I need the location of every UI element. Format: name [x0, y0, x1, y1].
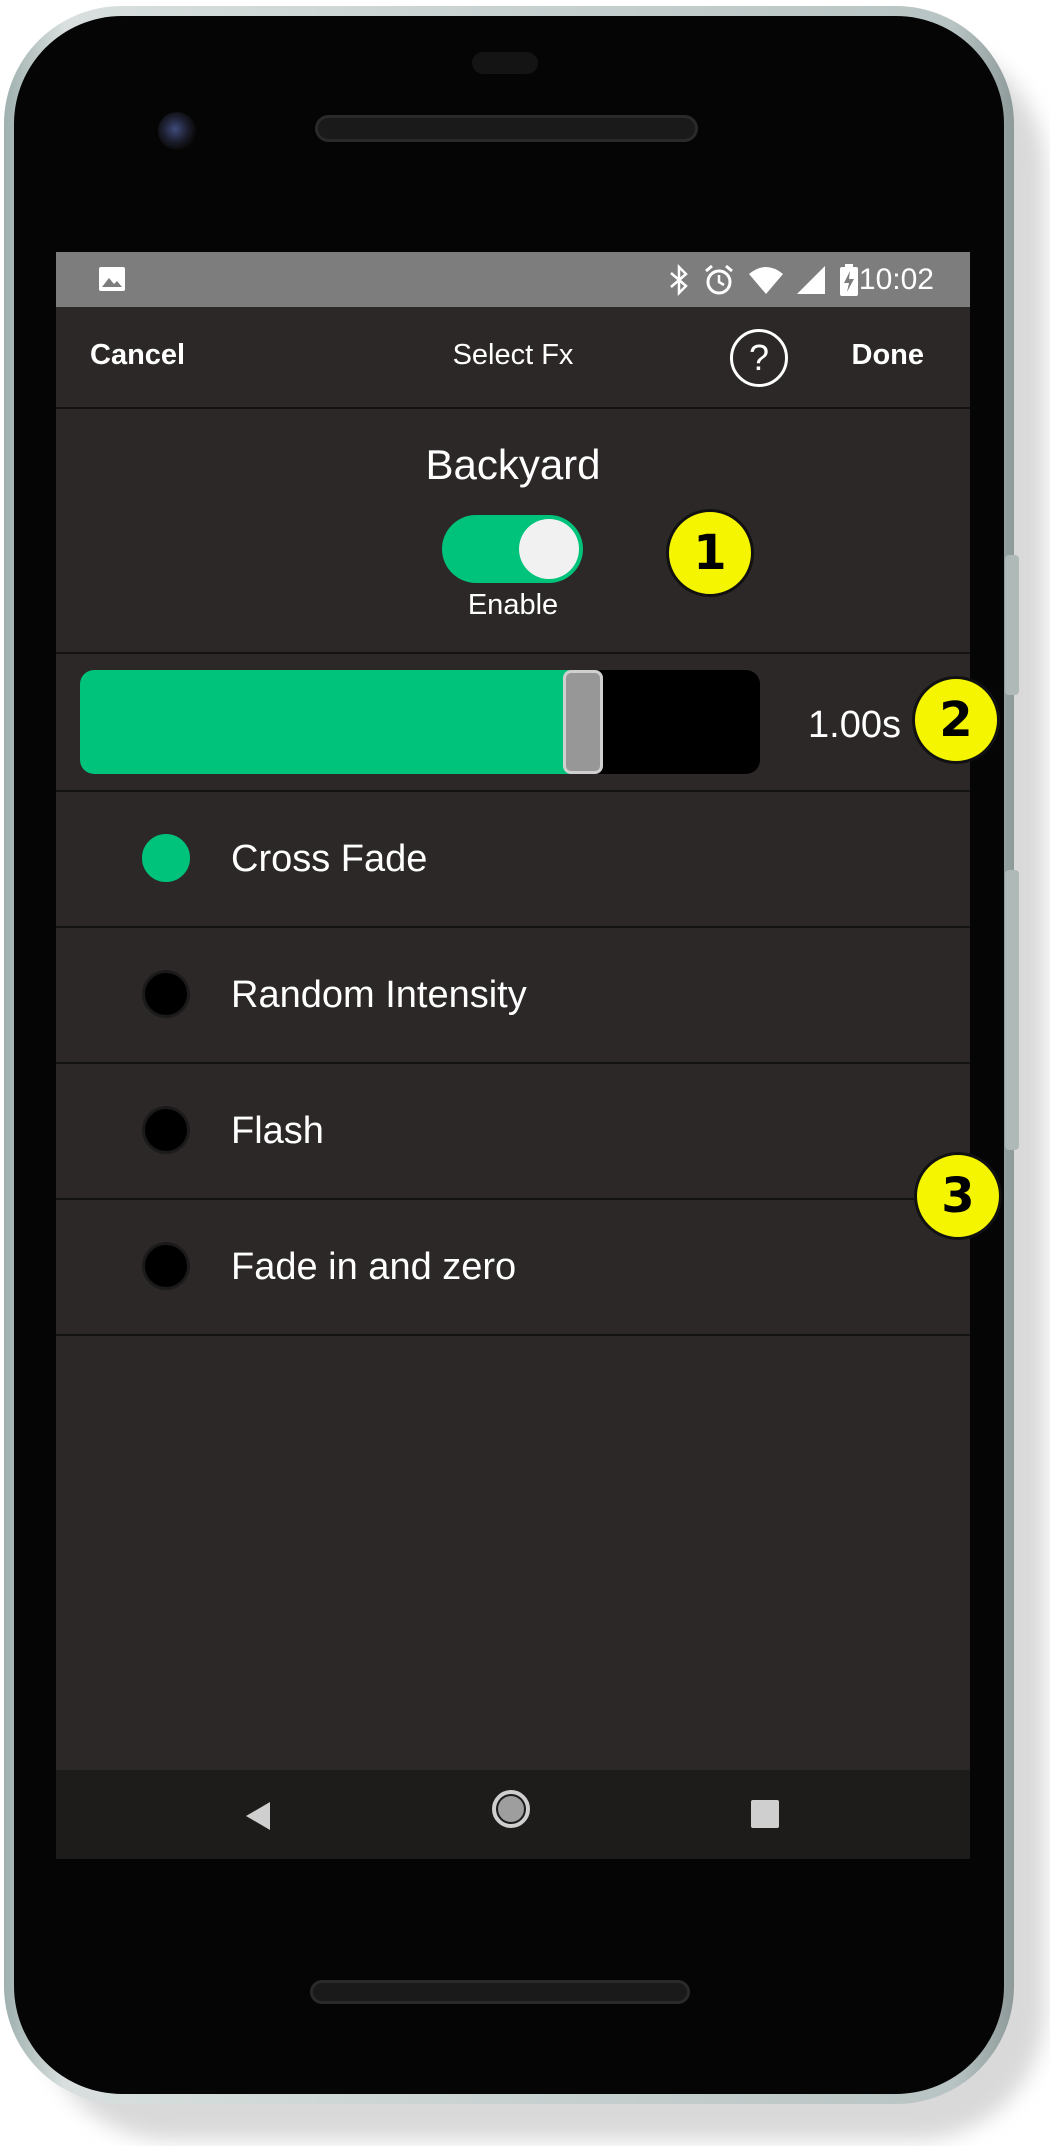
radio-button[interactable]: [142, 1106, 190, 1154]
volume-button: [1005, 870, 1019, 1150]
alarm-icon: [705, 264, 733, 295]
fx-label: Fade in and zero: [231, 1246, 517, 1288]
duration-value: 1.00s: [808, 704, 901, 746]
list-item-random-intensity[interactable]: Random Intensity: [56, 928, 970, 1064]
scene-header: Backyard Enable: [56, 409, 970, 654]
callout-badge-3: 3: [914, 1152, 1002, 1240]
recents-icon[interactable]: [751, 1800, 779, 1828]
status-icons: [668, 262, 860, 298]
top-toolbar: Select Fx Cancel ? Done: [56, 307, 970, 409]
radio-button[interactable]: [142, 834, 190, 882]
fx-label: Flash: [231, 1110, 324, 1152]
callout-badge-1: 1: [666, 509, 754, 597]
bottom-speaker: [310, 1980, 690, 2004]
fx-label: Random Intensity: [231, 974, 527, 1016]
enable-label: Enable: [467, 589, 559, 621]
slider-fill: [80, 670, 583, 774]
duration-slider[interactable]: [80, 670, 760, 774]
battery-charging-icon: [840, 264, 858, 296]
power-button: [1005, 555, 1019, 695]
earpiece-speaker: [315, 115, 698, 142]
duration-row: 1.00s: [56, 654, 970, 792]
list-item-flash[interactable]: Flash: [56, 1064, 970, 1200]
cancel-button[interactable]: Cancel: [90, 339, 185, 372]
done-button[interactable]: Done: [852, 339, 925, 372]
slider-handle[interactable]: [563, 670, 603, 774]
proximity-sensor: [472, 52, 538, 74]
fx-list: Cross Fade Random Intensity Flash Fade i…: [56, 792, 970, 1336]
enable-toggle[interactable]: [442, 515, 583, 583]
page-title: Select Fx: [452, 339, 574, 371]
scene-name: Backyard: [425, 441, 601, 488]
home-icon[interactable]: [492, 1790, 530, 1828]
navigation-bar: [56, 1770, 970, 1859]
radio-button[interactable]: [142, 970, 190, 1018]
callout-badge-2: 2: [912, 676, 1000, 764]
signal-icon: [797, 266, 825, 294]
fx-label: Cross Fade: [231, 838, 428, 880]
radio-button[interactable]: [142, 1242, 190, 1290]
image-icon: [99, 267, 125, 291]
back-icon[interactable]: [246, 1802, 270, 1830]
toggle-knob[interactable]: [519, 519, 579, 579]
status-bar: 10:02: [56, 252, 970, 307]
wifi-icon: [749, 267, 783, 294]
front-camera: [158, 112, 196, 150]
list-item-cross-fade[interactable]: Cross Fade: [56, 792, 970, 928]
bluetooth-icon: [670, 264, 688, 296]
status-time: 10:02: [858, 263, 934, 296]
help-icon[interactable]: ?: [730, 329, 788, 387]
list-item-fade-in-and-zero[interactable]: Fade in and zero: [56, 1200, 970, 1336]
app-screen: 10:02 Select Fx Cancel ? Done Backyard E…: [56, 252, 970, 1859]
